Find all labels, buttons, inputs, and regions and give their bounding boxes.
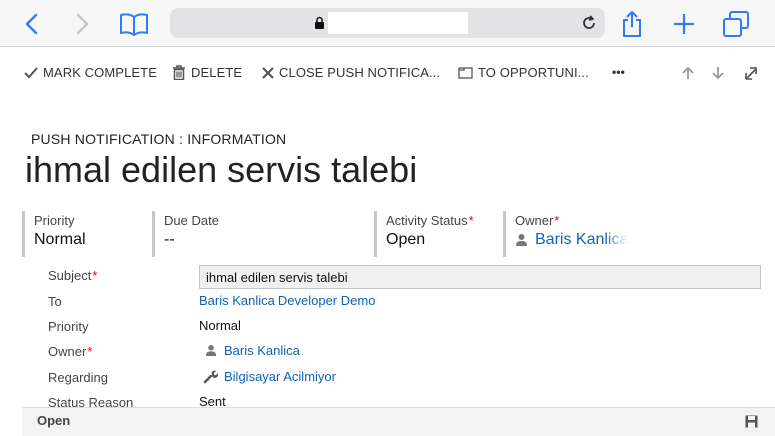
required-marker: * xyxy=(468,213,474,228)
address-bar[interactable] xyxy=(170,8,605,38)
new-tab-button[interactable] xyxy=(668,8,700,40)
delete-button[interactable]: DELETE xyxy=(172,65,242,80)
bookmarks-button[interactable] xyxy=(118,8,150,40)
header-field-owner[interactable]: Owner* Baris Kanlica xyxy=(503,211,633,257)
url-text xyxy=(328,12,468,34)
subject-input[interactable]: ihmal edilen servis talebi xyxy=(199,265,761,289)
convert-to-opportunity-button[interactable]: TO OPPORTUNI... xyxy=(458,65,589,80)
header-due-date-value: -- xyxy=(164,231,175,248)
header-field-due-date[interactable]: Due Date -- xyxy=(152,211,374,257)
share-icon xyxy=(623,11,641,37)
user-icon xyxy=(205,344,217,357)
more-label: ••• xyxy=(612,65,625,79)
regarding-field: Bilgisayar Acilmiyor xyxy=(203,369,336,384)
required-marker: * xyxy=(87,344,93,359)
mark-complete-label: MARK COMPLETE xyxy=(43,65,157,80)
back-button[interactable] xyxy=(16,8,48,40)
regarding-link[interactable]: Bilgisayar Acilmiyor xyxy=(224,369,336,384)
save-icon[interactable] xyxy=(745,415,758,428)
status-footer: Open xyxy=(22,407,775,436)
header-activity-status-label: Activity Status xyxy=(386,213,468,228)
trash-icon xyxy=(173,65,185,80)
arrow-up-icon[interactable] xyxy=(682,66,694,80)
command-bar: MARK COMPLETE DELETE CLOSE PUSH NOTIFICA… xyxy=(0,48,775,96)
header-due-date-label: Due Date xyxy=(164,213,219,228)
regarding-label: Regarding xyxy=(48,370,108,385)
owner-label: Owner xyxy=(48,344,87,359)
more-commands-button[interactable]: ••• xyxy=(612,65,625,79)
header-priority-label: Priority xyxy=(34,213,75,228)
arrow-down-icon[interactable] xyxy=(712,66,724,80)
to-recipient-link[interactable]: Developer Demo xyxy=(278,293,376,308)
share-button[interactable] xyxy=(616,8,648,40)
window-icon xyxy=(458,67,473,79)
record-title: ihmal edilen servis talebi xyxy=(25,149,418,190)
user-icon xyxy=(516,234,527,246)
tabs-button[interactable] xyxy=(720,8,752,40)
required-marker: * xyxy=(92,268,98,283)
header-field-activity-status[interactable]: Activity Status* Open xyxy=(374,211,504,257)
header-owner-label: Owner xyxy=(515,213,554,228)
lock-icon xyxy=(315,16,324,29)
browser-toolbar xyxy=(0,0,775,47)
required-marker: * xyxy=(554,213,560,228)
wrench-icon xyxy=(203,370,218,384)
convert-label: TO OPPORTUNI... xyxy=(478,65,589,80)
plus-icon xyxy=(674,14,694,34)
to-label: To xyxy=(48,294,62,309)
header-owner-value[interactable]: Baris Kanlica xyxy=(535,231,628,249)
book-icon xyxy=(120,13,148,36)
chevron-right-icon xyxy=(76,13,89,35)
owner-field: Baris Kanlica xyxy=(205,343,300,358)
reload-icon[interactable] xyxy=(580,14,598,32)
delete-label: DELETE xyxy=(191,65,243,80)
entity-label: PUSH NOTIFICATION : INFORMATION xyxy=(31,131,287,147)
header-field-priority[interactable]: Priority Normal xyxy=(22,211,152,257)
mark-complete-button[interactable]: MARK COMPLETE xyxy=(24,65,157,80)
forward-button[interactable] xyxy=(66,8,98,40)
owner-link[interactable]: Baris Kanlica xyxy=(224,343,300,358)
close-label: CLOSE PUSH NOTIFICA... xyxy=(279,65,441,80)
checkmark-icon xyxy=(24,66,38,78)
priority-label: Priority xyxy=(48,319,89,334)
tabs-icon xyxy=(723,11,749,37)
header-priority-value: Normal xyxy=(34,231,86,248)
priority-value[interactable]: Normal xyxy=(199,318,241,333)
close-icon xyxy=(262,66,274,79)
to-field: Baris Kanlica Developer Demo xyxy=(199,293,375,308)
pop-out-icon[interactable] xyxy=(744,66,758,80)
chevron-left-icon xyxy=(25,13,38,35)
to-recipient-link[interactable]: Baris Kanlica xyxy=(199,293,275,308)
subject-label: Subject xyxy=(48,268,92,283)
footer-status: Open xyxy=(37,413,71,428)
header-activity-status-value: Open xyxy=(386,231,426,248)
close-push-notification-button[interactable]: CLOSE PUSH NOTIFICA... xyxy=(262,65,440,80)
